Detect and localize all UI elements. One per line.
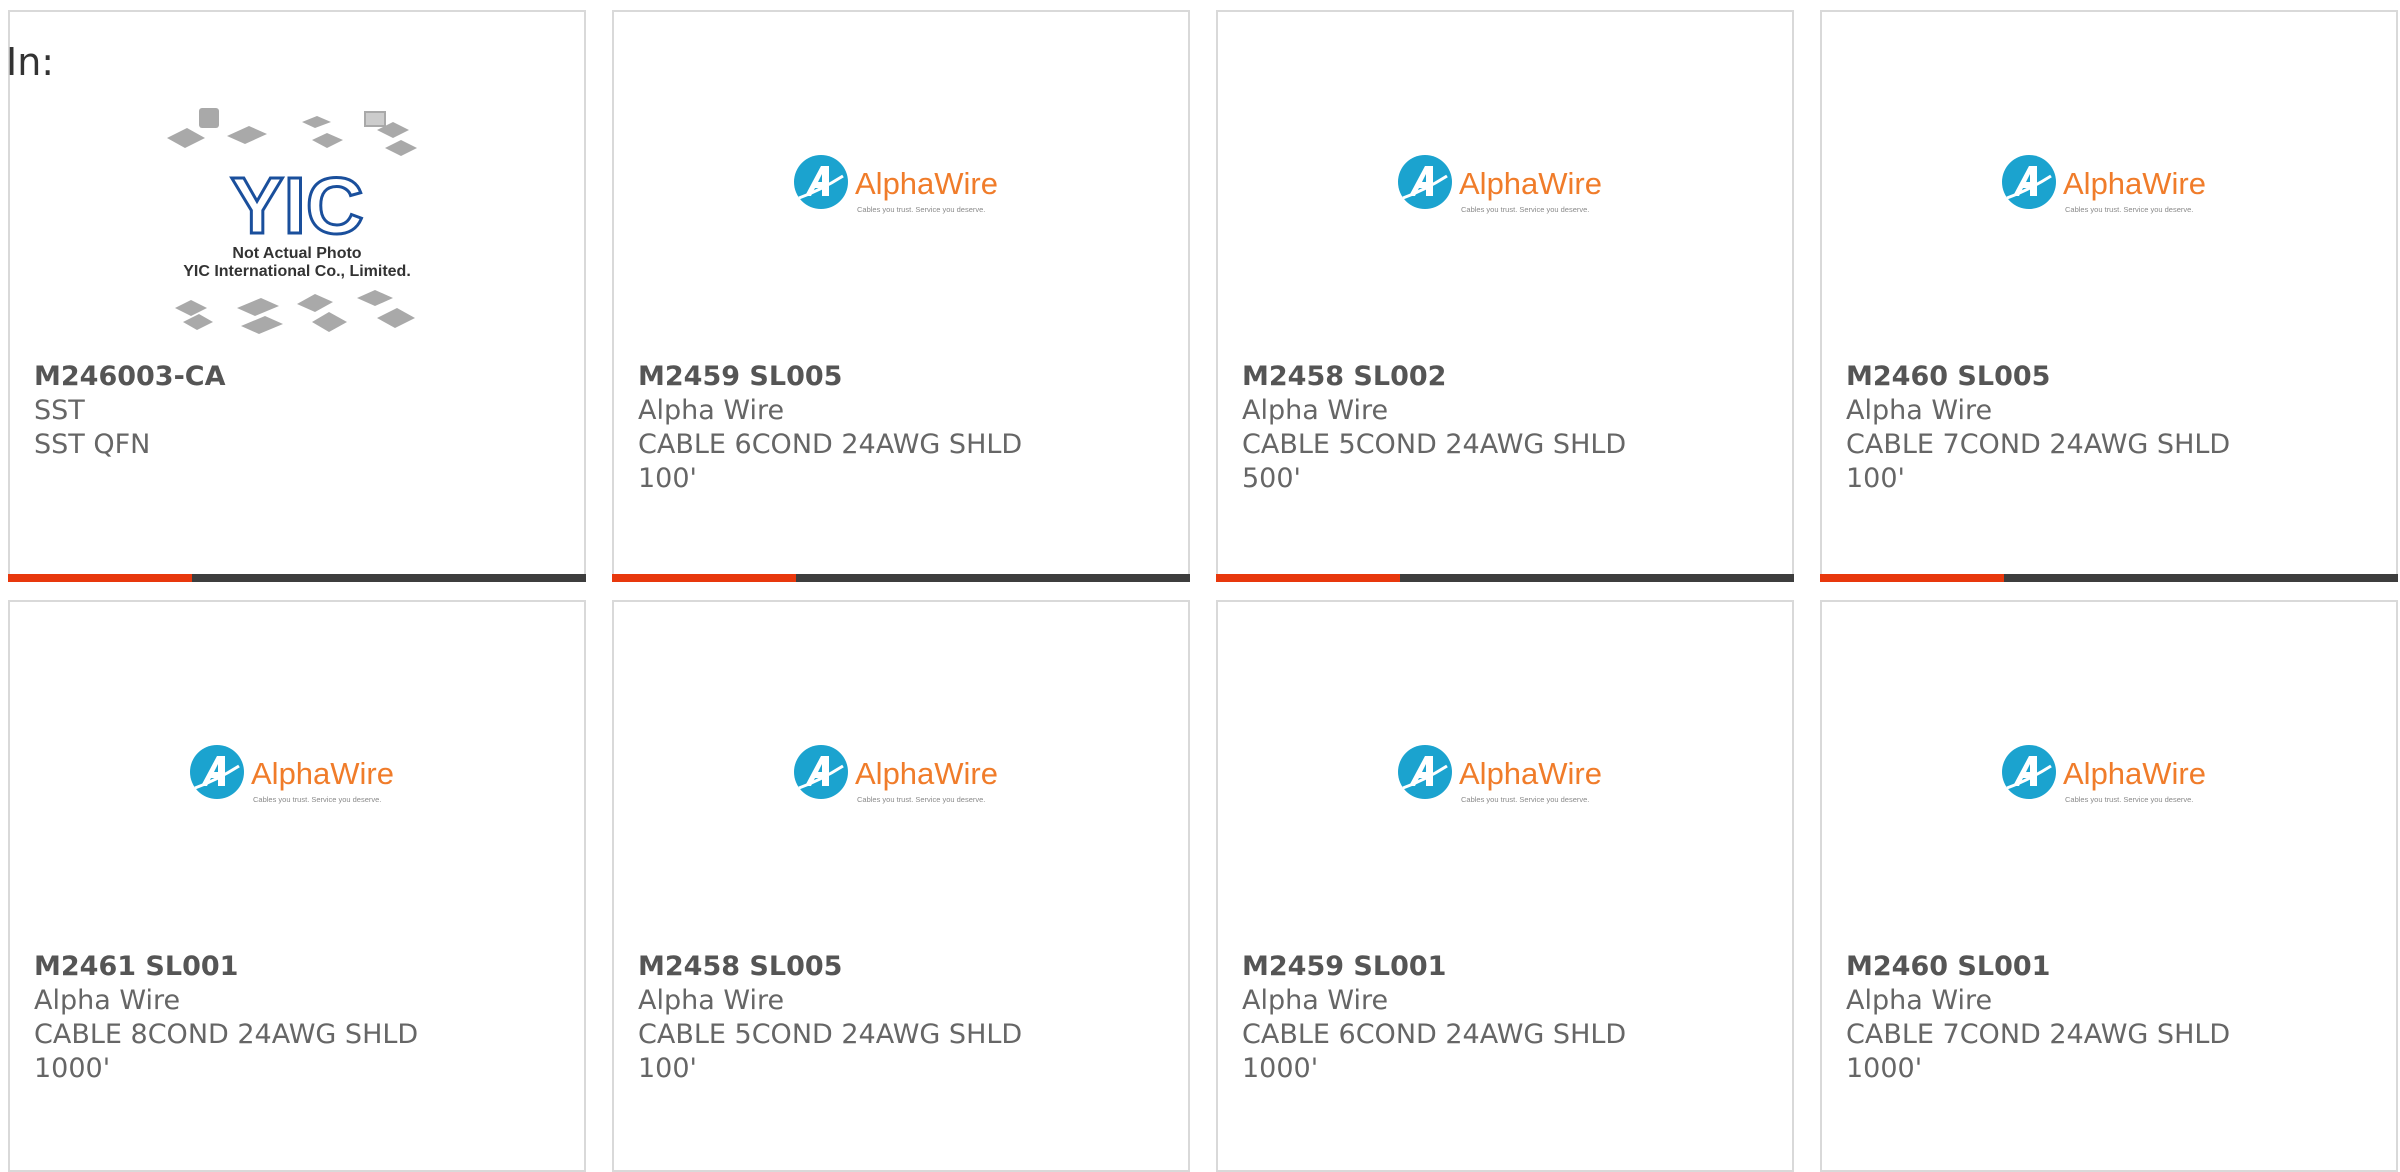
product-info: M2461 SL001 Alpha Wire CABLE 8COND 24AWG…: [34, 950, 454, 1086]
card-accent-bar-fill: [1216, 574, 1400, 582]
alphawire-tagline: Cables you trust. Service you deserve.: [2065, 205, 2193, 214]
product-image[interactable]: AlphaWire Cables you trust. Service you d…: [1822, 72, 2396, 352]
card-accent-bar: [612, 574, 1190, 582]
product-card[interactable]: AlphaWire Cables you trust. Service you d…: [612, 600, 1190, 1172]
product-card[interactable]: AlphaWire Cables you trust. Service you d…: [1216, 600, 1794, 1172]
part-number-link[interactable]: M2460 SL001: [1846, 950, 2266, 984]
manufacturer-name: Alpha Wire: [1242, 395, 1389, 426]
alphawire-wordmark: AlphaWire: [1459, 166, 1602, 201]
alphawire-tagline: Cables you trust. Service you deserve.: [857, 205, 985, 214]
alphawire-logo: AlphaWire Cables you trust. Service you d…: [1398, 155, 1602, 214]
alphawire-wordmark: AlphaWire: [855, 756, 998, 791]
manufacturer-name: Alpha Wire: [638, 985, 785, 1016]
alphawire-wordmark: AlphaWire: [2063, 166, 2206, 201]
product-description: CABLE 6COND 24AWG SHLD 1000': [1242, 1019, 1627, 1084]
alphawire-tagline: Cables you trust. Service you deserve.: [1461, 205, 1589, 214]
card-accent-bar: [8, 574, 586, 582]
product-image[interactable]: AlphaWire Cables you trust. Service you d…: [10, 662, 584, 942]
part-number-link[interactable]: M246003-CA: [34, 360, 454, 394]
yic-notice-line2: YIC International Co., Limited.: [183, 263, 411, 280]
part-number-link[interactable]: M2459 SL005: [638, 360, 1058, 394]
product-card[interactable]: AlphaWire Cables you trust. Service you d…: [612, 10, 1190, 582]
yic-placeholder-image: YICNot Actual PhotoYIC International Co.…: [167, 108, 417, 334]
product-info: M246003-CA SST SST QFN: [34, 360, 454, 462]
part-number-link[interactable]: M2460 SL005: [1846, 360, 2266, 394]
part-number-link[interactable]: M2458 SL005: [638, 950, 1058, 984]
part-number-link[interactable]: M2461 SL001: [34, 950, 454, 984]
product-info: M2458 SL005 Alpha Wire CABLE 5COND 24AWG…: [638, 950, 1058, 1086]
product-info: M2459 SL001 Alpha Wire CABLE 6COND 24AWG…: [1242, 950, 1662, 1086]
product-card[interactable]: AlphaWire Cables you trust. Service you d…: [1820, 600, 2398, 1172]
product-card[interactable]: AlphaWire Cables you trust. Service you d…: [1216, 10, 1794, 582]
alphawire-tagline: Cables you trust. Service you deserve.: [253, 795, 381, 804]
product-image[interactable]: AlphaWire Cables you trust. Service you d…: [614, 662, 1188, 942]
manufacturer-name: SST: [34, 395, 85, 426]
alphawire-logo: AlphaWire Cables you trust. Service you d…: [794, 745, 998, 804]
part-number-link[interactable]: M2459 SL001: [1242, 950, 1662, 984]
product-description: CABLE 7COND 24AWG SHLD 100': [1846, 429, 2231, 494]
product-image[interactable]: AlphaWire Cables you trust. Service you d…: [1218, 72, 1792, 352]
alphawire-wordmark: AlphaWire: [2063, 756, 2206, 791]
yic-logo-icon: YIC: [230, 161, 363, 250]
manufacturer-name: Alpha Wire: [1846, 985, 1993, 1016]
product-card[interactable]: YIC Not Actual Photo YIC International Co.…: [8, 10, 586, 582]
card-accent-bar: [1820, 574, 2398, 582]
card-accent-bar-fill: [8, 574, 192, 582]
product-card[interactable]: AlphaWire Cables you trust. Service you d…: [8, 600, 586, 1172]
product-description: CABLE 5COND 24AWG SHLD 500': [1242, 429, 1627, 494]
filter-in-label: In:: [6, 40, 55, 84]
product-info: M2460 SL005 Alpha Wire CABLE 7COND 24AWG…: [1846, 360, 2266, 496]
card-accent-bar: [1216, 574, 1794, 582]
manufacturer-name: Alpha Wire: [1242, 985, 1389, 1016]
product-description: CABLE 7COND 24AWG SHLD 1000': [1846, 1019, 2231, 1084]
product-description: CABLE 6COND 24AWG SHLD 100': [638, 429, 1023, 494]
product-info: M2459 SL005 Alpha Wire CABLE 6COND 24AWG…: [638, 360, 1058, 496]
manufacturer-name: Alpha Wire: [34, 985, 181, 1016]
part-number-link[interactable]: M2458 SL002: [1242, 360, 1662, 394]
card-accent-bar-fill: [1820, 574, 2004, 582]
product-description: CABLE 5COND 24AWG SHLD 100': [638, 1019, 1023, 1084]
product-info: M2458 SL002 Alpha Wire CABLE 5COND 24AWG…: [1242, 360, 1662, 496]
alphawire-wordmark: AlphaWire: [855, 166, 998, 201]
product-description: SST QFN: [34, 429, 151, 460]
manufacturer-name: Alpha Wire: [1846, 395, 1993, 426]
alphawire-wordmark: AlphaWire: [251, 756, 394, 791]
manufacturer-name: Alpha Wire: [638, 395, 785, 426]
alphawire-logo: AlphaWire Cables you trust. Service you d…: [1398, 745, 1602, 804]
alphawire-tagline: Cables you trust. Service you deserve.: [857, 795, 985, 804]
alphawire-logo: AlphaWire Cables you trust. Service you d…: [190, 745, 394, 804]
product-grid: YIC Not Actual Photo YIC International Co.…: [0, 0, 2400, 1172]
product-card[interactable]: AlphaWire Cables you trust. Service you d…: [1820, 10, 2398, 582]
alphawire-tagline: Cables you trust. Service you deserve.: [2065, 795, 2193, 804]
alphawire-logo: AlphaWire Cables you trust. Service you d…: [2002, 745, 2206, 804]
card-accent-bar-fill: [612, 574, 796, 582]
alphawire-wordmark: AlphaWire: [1459, 756, 1602, 791]
product-image[interactable]: AlphaWire Cables you trust. Service you d…: [1218, 662, 1792, 942]
product-image[interactable]: AlphaWire Cables you trust. Service you d…: [614, 72, 1188, 352]
product-image[interactable]: AlphaWire Cables you trust. Service you d…: [1822, 662, 2396, 942]
alphawire-logo: AlphaWire Cables you trust. Service you d…: [794, 155, 998, 214]
product-description: CABLE 8COND 24AWG SHLD 1000': [34, 1019, 419, 1084]
alphawire-logo: AlphaWire Cables you trust. Service you d…: [2002, 155, 2206, 214]
product-info: M2460 SL001 Alpha Wire CABLE 7COND 24AWG…: [1846, 950, 2266, 1086]
alphawire-tagline: Cables you trust. Service you deserve.: [1461, 795, 1589, 804]
product-image[interactable]: YIC Not Actual Photo YIC International Co.…: [10, 72, 584, 352]
yic-notice-line1: Not Actual Photo: [232, 245, 361, 262]
